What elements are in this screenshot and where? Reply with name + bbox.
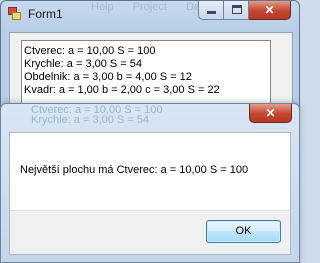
list-item[interactable]: Kvadr: a = 1,00 b = 2,00 c = 3,00 S = 22 bbox=[24, 84, 270, 97]
ghost-menu-item: Help bbox=[91, 1, 114, 13]
form1-close-button[interactable]: ✕ bbox=[248, 1, 291, 20]
ghost-line: Krychle: a = 3,00 S = 54 bbox=[31, 114, 150, 126]
message-box-titlebar[interactable]: Ctverec: a = 10,00 S = 100 Krychle: a = … bbox=[1, 104, 299, 132]
message-box-footer: OK bbox=[10, 210, 290, 254]
caption-buttons: ✕ bbox=[198, 1, 291, 20]
maximize-icon bbox=[232, 5, 242, 14]
message-box-body: Největší plochu má Ctverec: a = 10,00 S … bbox=[9, 132, 291, 255]
message-box-close-button[interactable]: ✕ bbox=[249, 104, 292, 123]
maximize-button[interactable] bbox=[223, 1, 249, 20]
list-item[interactable]: Obdelnik: a = 3,00 b = 4,00 S = 12 bbox=[24, 71, 270, 84]
form1-title: Form1 bbox=[28, 7, 63, 21]
list-item[interactable]: Ctverec: a = 10,00 S = 100 bbox=[24, 45, 270, 58]
message-text: Největší plochu má Ctverec: a = 10,00 S … bbox=[20, 164, 249, 176]
ghost-menu-item: Project bbox=[132, 1, 167, 13]
minimize-button[interactable] bbox=[198, 1, 224, 20]
ghost-list-reflection: Ctverec: a = 10,00 S = 100 Krychle: a = … bbox=[31, 105, 162, 126]
close-icon: ✕ bbox=[264, 3, 275, 17]
minimize-icon bbox=[207, 11, 216, 14]
form1-titlebar[interactable]: Form1 Help Project Debug ✕ bbox=[1, 1, 299, 29]
message-box-dialog: Ctverec: a = 10,00 S = 100 Krychle: a = … bbox=[0, 103, 300, 263]
app-windows-icon bbox=[8, 7, 22, 21]
close-icon: ✕ bbox=[265, 106, 276, 120]
list-item[interactable]: Krychle: a = 3,00 S = 54 bbox=[24, 58, 270, 71]
ok-button[interactable]: OK bbox=[206, 220, 281, 243]
